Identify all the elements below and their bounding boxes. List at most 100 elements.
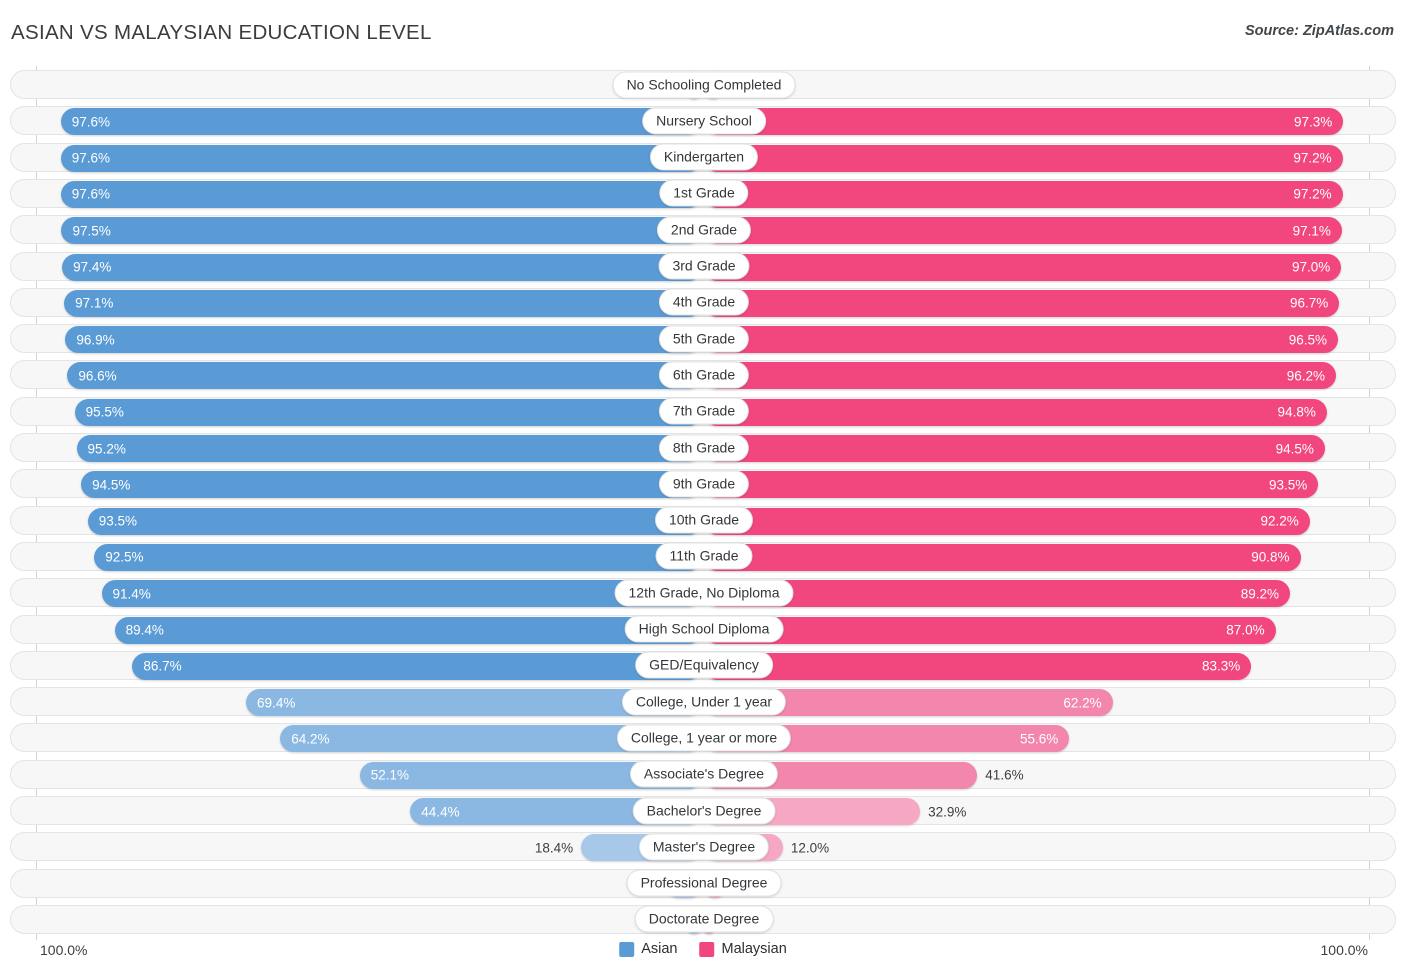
table-row: 89.4% 87.0% High School Diploma (10, 614, 1396, 644)
bar-value-malaysian: 62.2% (1063, 694, 1102, 710)
category-label: Master's Degree (638, 833, 770, 861)
bar-value-asian: 86.7% (143, 658, 182, 674)
row-inner: 2.4%1.5%Doctorate Degree (11, 905, 1395, 934)
bar-value-asian: 94.5% (92, 477, 131, 493)
category-label: High School Diploma (624, 615, 784, 643)
bar-malaysian: 90.8% (704, 543, 1301, 571)
table-row: 44.4% 32.9% Bachelor's Degree (10, 796, 1396, 825)
row-inner: 95.5% 94.8% 7th Grade (11, 397, 1395, 426)
table-row: 2.4%2.8%No Schooling Completed (10, 70, 1396, 99)
bar-value-asian: 69.4% (257, 694, 296, 710)
table-row: 96.6% 96.2% 6th Grade (10, 360, 1396, 390)
row-inner: 97.4% 97.0% 3rd Grade (11, 252, 1395, 281)
bar-value-asian: 92.5% (105, 549, 144, 565)
bar-value-malaysian: 90.8% (1251, 549, 1290, 565)
chart-plot-area: 2.4%2.8%No Schooling Completed 97.6% 97.3%… (0, 66, 1406, 940)
bar-value-malaysian: 97.2% (1293, 150, 1332, 166)
table-row: 93.5% 92.2% 10th Grade (10, 505, 1396, 535)
row-inner: 52.1% 41.6% Associate's Degree (11, 760, 1395, 789)
bar-value-malaysian: 96.5% (1288, 331, 1327, 347)
bar-malaysian: 94.8% (704, 398, 1327, 426)
table-row: 97.5% 97.1% 2nd Grade (10, 215, 1396, 245)
bar-value-asian: 95.5% (85, 404, 124, 420)
bar-value-asian: 97.1% (75, 295, 114, 311)
bar-value-asian: 44.4% (421, 803, 460, 819)
bar-value-malaysian: 94.5% (1275, 440, 1314, 456)
bar-malaysian: 97.2% (704, 180, 1343, 208)
bar-asian: 97.4% (62, 253, 702, 281)
category-label: 6th Grade (658, 361, 750, 389)
bar-malaysian: 93.5% (704, 471, 1319, 499)
bar-value-asian: 91.4% (112, 585, 151, 601)
category-label: Bachelor's Degree (632, 797, 776, 824)
bar-asian: 94.5% (81, 471, 702, 499)
bar-value-asian: 97.6% (71, 150, 111, 166)
category-label: GED/Equivalency (635, 651, 773, 679)
category-label: Doctorate Degree (634, 905, 774, 933)
category-label: 4th Grade (658, 288, 750, 316)
bar-value-asian: 97.4% (73, 259, 112, 275)
bar-value-asian: 97.6% (71, 114, 111, 130)
legend-label: Malaysian (721, 941, 787, 957)
bar-value-malaysian: 94.8% (1277, 404, 1316, 420)
bar-asian: 89.4% (114, 616, 702, 644)
bar-value-asian: 97.6% (71, 186, 111, 202)
bar-value-malaysian: 83.3% (1201, 658, 1241, 674)
table-row: 69.4% 62.2% College, Under 1 year (10, 687, 1396, 717)
page-title: ASIAN VS MALAYSIAN EDUCATION LEVEL (11, 21, 432, 44)
bar-malaysian: 97.0% (704, 253, 1342, 281)
bar-value-malaysian: 32.9% (928, 803, 967, 819)
row-inner: 89.4% 87.0% High School Diploma (11, 615, 1395, 644)
bar-malaysian: 97.1% (704, 217, 1342, 245)
bar-value-malaysian: 97.3% (1293, 114, 1333, 130)
bar-malaysian: 83.3% (704, 652, 1252, 680)
bar-value-asian: 96.6% (78, 368, 117, 384)
category-label: 2nd Grade (656, 216, 752, 244)
bar-malaysian: 87.0% (704, 616, 1276, 644)
chart-header: ASIAN VS MALAYSIAN EDUCATION LEVEL Sourc… (0, 0, 1406, 66)
row-inner: 86.7% 83.3% GED/Equivalency (11, 651, 1395, 680)
bar-asian: 97.1% (64, 289, 702, 317)
table-row: 95.2% 94.5% 8th Grade (10, 433, 1396, 462)
category-label: 8th Grade (658, 434, 750, 461)
row-inner: 96.6% 96.2% 6th Grade (11, 361, 1395, 390)
bar-value-malaysian: 89.2% (1240, 585, 1280, 601)
table-row: 97.1% 96.7% 4th Grade (10, 287, 1396, 317)
table-row: 2.4%1.5%Doctorate Degree (10, 904, 1396, 934)
axis-label-left: 100.0% (40, 942, 88, 958)
category-label: Kindergarten (649, 143, 759, 171)
table-row: 52.1% 41.6% Associate's Degree (10, 759, 1396, 789)
bar-asian: 86.7% (132, 652, 702, 680)
bar-value-malaysian: 41.6% (985, 767, 1024, 783)
bar-asian: 96.9% (65, 326, 702, 354)
table-row: 92.5% 90.8% 11th Grade (10, 541, 1396, 571)
category-label: College, Under 1 year (621, 688, 787, 716)
chart-root: ASIAN VS MALAYSIAN EDUCATION LEVEL Sourc… (0, 0, 1406, 975)
legend-item-asian[interactable]: Asian (619, 941, 678, 957)
table-row: 18.4% 12.0% Master's Degree (10, 832, 1396, 862)
category-label: College, 1 year or more (616, 724, 792, 752)
bar-value-malaysian: 93.5% (1269, 477, 1308, 493)
bar-value-malaysian: 92.2% (1260, 513, 1299, 529)
legend-swatch-icon (619, 941, 635, 957)
table-row: 94.5% 93.5% 9th Grade (10, 469, 1396, 499)
legend-item-malaysian[interactable]: Malaysian (699, 941, 787, 957)
row-inner: 94.5% 93.5% 9th Grade (11, 470, 1395, 499)
table-row: 91.4% 89.2% 12th Grade, No Diploma (10, 578, 1396, 608)
table-row: 5.5%3.4%Professional Degree (10, 868, 1396, 898)
category-label: No Schooling Completed (612, 71, 796, 98)
table-row: 97.4% 97.0% 3rd Grade (10, 251, 1396, 281)
category-label: Professional Degree (626, 869, 782, 897)
table-row: 95.5% 94.8% 7th Grade (10, 396, 1396, 426)
axis-label-right: 100.0% (1320, 942, 1368, 958)
legend-label: Asian (641, 941, 678, 957)
row-inner: 97.6% 97.3% Nursery School (11, 107, 1395, 136)
bar-malaysian: 97.2% (704, 144, 1343, 172)
category-label: 1st Grade (659, 179, 749, 207)
bar-asian: 95.5% (74, 398, 702, 426)
bar-malaysian: 96.2% (704, 362, 1337, 390)
chart-footer: 100.0% 100.0% Asian Malaysian (0, 934, 1406, 975)
row-inner: 93.5% 92.2% 10th Grade (11, 506, 1395, 535)
row-inner: 97.1% 96.7% 4th Grade (11, 288, 1395, 317)
bar-value-asian: 93.5% (98, 513, 137, 529)
